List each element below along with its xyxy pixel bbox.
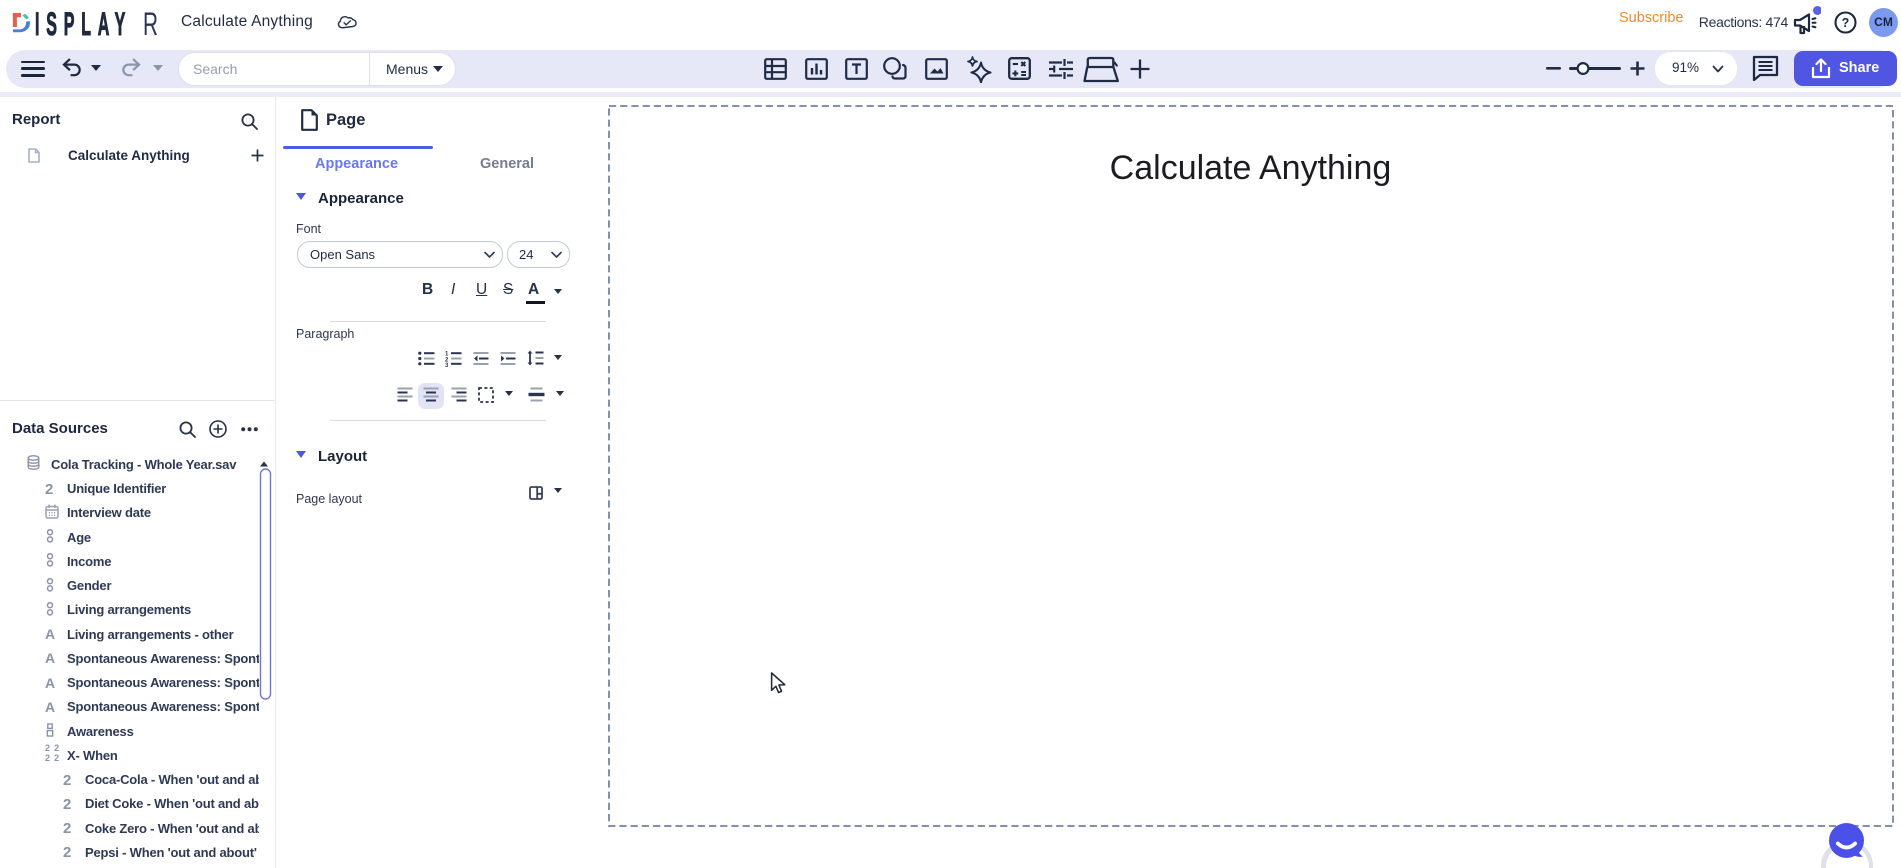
svg-text:?: ? (1842, 16, 1850, 30)
svg-text:3: 3 (445, 363, 449, 367)
